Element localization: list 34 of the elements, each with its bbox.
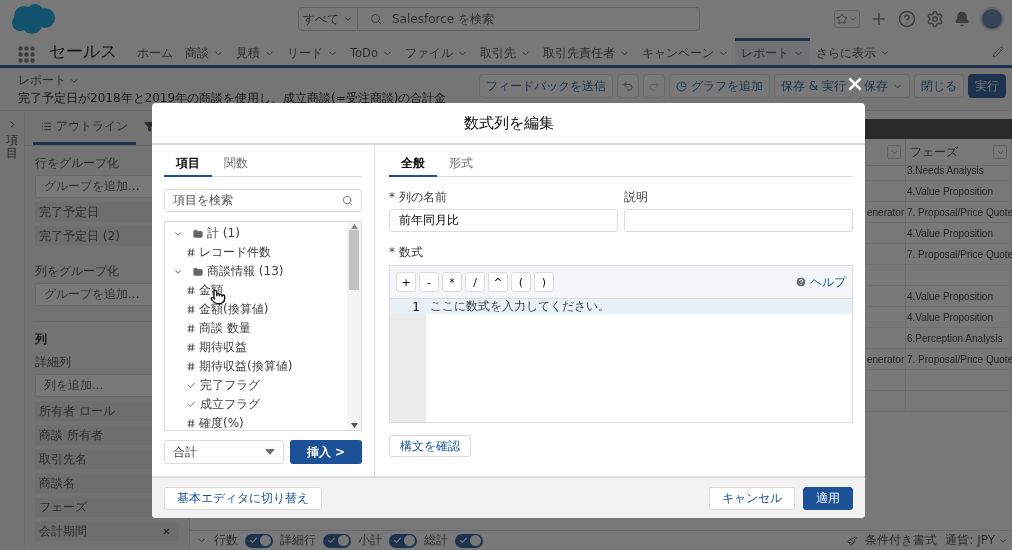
table-cell: enerator xyxy=(866,349,906,370)
table-cell: 7. Proposal/Price Quote xyxy=(906,202,1012,223)
folder-label: 計 (1) xyxy=(207,225,240,242)
app-name: セールス xyxy=(49,40,117,63)
column-label: 会計期間 xyxy=(39,522,87,540)
section-label: 詳細列 xyxy=(35,354,71,371)
formula-placeholder: ここに数式を入力してください。 xyxy=(426,299,852,314)
table-cell: 4.Value Proposition xyxy=(906,307,1012,328)
toggle-label: 詳細行 xyxy=(280,532,316,549)
table-cell: 4.Value Proposition xyxy=(906,286,1012,307)
section-label: 列をグループ化 xyxy=(35,263,119,280)
line-number: 1 xyxy=(390,299,426,314)
modal-title: 数式列を編集 xyxy=(152,103,865,145)
column-label: 取引先名 xyxy=(39,450,87,468)
table-cell: 7. Proposal/Price Quote xyxy=(906,244,1012,265)
table-cell: 4.Value Proposition xyxy=(906,223,1012,244)
section-heading: 列 xyxy=(35,331,47,348)
table-cell: 7. Proposal/Price Quote xyxy=(906,349,1012,370)
table-cell: 3.Needs Analysis xyxy=(906,160,1012,181)
column-label: 商談名 xyxy=(39,474,75,492)
table-cell: enerator xyxy=(866,202,906,223)
field-label: * 数式 xyxy=(389,244,423,261)
column-label: 商談 所有者 xyxy=(39,426,103,444)
table-cell: 4.Value Proposition xyxy=(906,181,1012,202)
field-label: * 列の名前 xyxy=(389,189,447,206)
column-label: フェーズ xyxy=(39,498,87,516)
section-label: 行をグループ化 xyxy=(35,155,119,172)
toggle-label: 行数 xyxy=(214,532,238,549)
table-cell: 6.Perception Analysis xyxy=(906,328,1012,349)
field-label: 説明 xyxy=(624,189,648,206)
toggle-label: 小計 xyxy=(358,532,382,549)
collapsed-panel-label: 項目 xyxy=(6,134,18,161)
toggle-label: 総計 xyxy=(424,532,448,549)
folder-label: 商談情報 (13) xyxy=(207,263,284,280)
